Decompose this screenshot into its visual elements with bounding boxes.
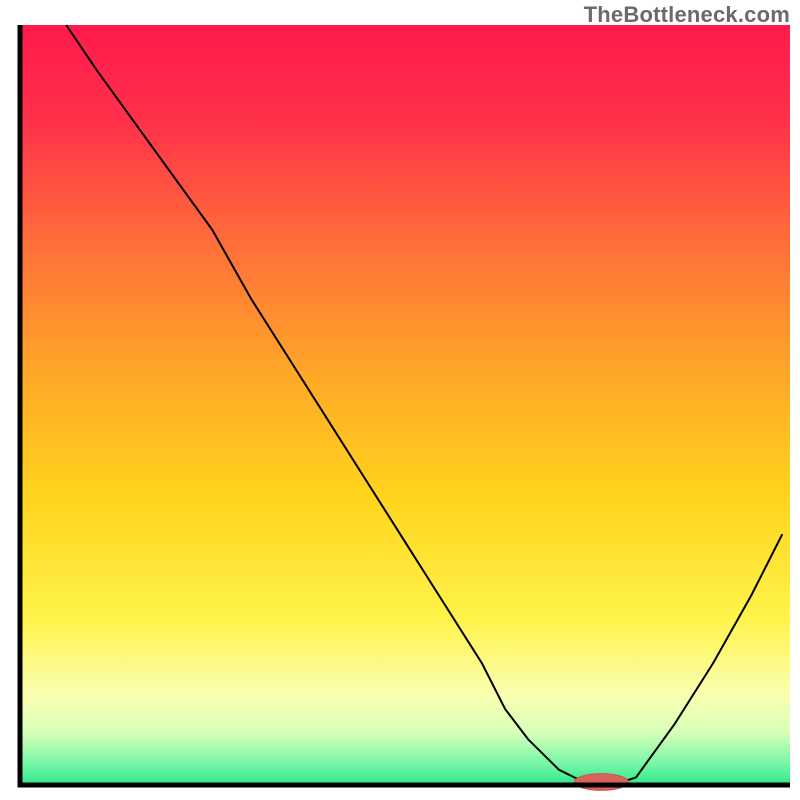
gradient-background [20, 25, 790, 785]
bottleneck-chart [0, 0, 800, 800]
chart-container: TheBottleneck.com [0, 0, 800, 800]
optimal-point-marker [574, 774, 628, 791]
